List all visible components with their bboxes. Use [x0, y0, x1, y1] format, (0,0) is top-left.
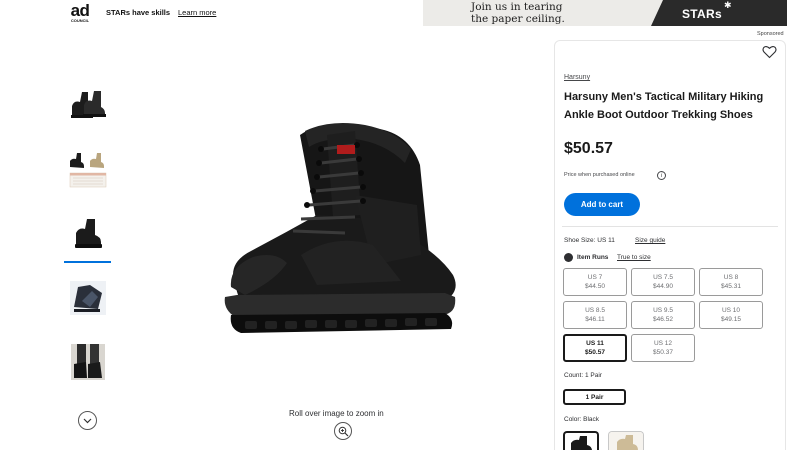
ad-logo-subtext: COUNCIL — [70, 18, 90, 23]
tan-boot-swatch — [609, 432, 643, 450]
sponsored-label: Sponsored — [757, 31, 784, 37]
count-selected-value: 1 Pair — [584, 372, 602, 379]
size-selected-value: US 11 — [597, 237, 615, 244]
color-label-text: Color: — [564, 416, 582, 423]
size-option-size: US 8.5 — [585, 307, 605, 314]
ad-banner-brand: STARs — [682, 7, 722, 21]
thumbnail-2[interactable] — [64, 146, 112, 192]
size-label: Shoe Size: US 11 — [564, 237, 615, 244]
size-option-size: US 7.5 — [653, 274, 673, 281]
ad-council-logo[interactable]: ad COUNCIL — [69, 2, 91, 23]
boot-sole-thumbnail — [70, 281, 106, 315]
favorite-button[interactable] — [762, 45, 777, 59]
count-label: Count: 1 Pair — [564, 372, 602, 379]
size-option-size: US 11 — [586, 340, 604, 347]
thumbnail-1[interactable] — [64, 80, 112, 126]
color-selected-value: Black — [583, 416, 600, 423]
divider — [562, 226, 778, 227]
size-option-price: $49.15 — [721, 316, 741, 323]
ad-banner-line-1: Join us in tearing — [471, 1, 563, 13]
size-option-us-10[interactable]: US 10 $49.15 — [699, 301, 763, 329]
size-option-price: $50.57 — [585, 349, 605, 356]
ad-banner[interactable]: Join us in tearing the paper ceiling. ST… — [423, 0, 787, 26]
black-boot-swatch — [568, 436, 594, 450]
zoom-button[interactable] — [334, 422, 352, 440]
add-to-cart-button[interactable]: Add to cart — [564, 193, 640, 216]
size-option-price: $50.37 — [653, 349, 673, 356]
size-option-us-8[interactable]: US 8 $45.31 — [699, 268, 763, 296]
spark-icon: ✱ — [724, 0, 732, 10]
ad-tagline: STARs have skills — [106, 8, 171, 17]
ruler-icon — [564, 253, 573, 262]
color-variants-thumbnail — [69, 153, 107, 188]
size-guide-link[interactable]: Size guide — [635, 237, 665, 244]
size-option-price: $44.90 — [653, 283, 673, 290]
info-icon[interactable]: i — [657, 171, 666, 180]
size-option-us-8-5[interactable]: US 8.5 $46.11 — [563, 301, 627, 329]
zoom-hint: Roll over image to zoom in — [289, 409, 384, 418]
size-option-size: US 12 — [653, 340, 673, 347]
thumbnail-4[interactable] — [64, 275, 112, 321]
tactical-boot-image — [224, 123, 456, 333]
color-label: Color: Black — [564, 416, 599, 423]
ad-banner-copy: Join us in tearing the paper ceiling. — [471, 1, 565, 25]
size-option-us-12[interactable]: US 12 $50.37 — [631, 334, 695, 362]
size-option-size: US 10 — [721, 307, 741, 314]
size-option-size: US 9.5 — [653, 307, 673, 314]
size-option-us-9-5[interactable]: US 9.5 $46.52 — [631, 301, 695, 329]
color-swatch-tan[interactable] — [608, 431, 644, 450]
product-title: Harsuny Men's Tactical Military Hiking A… — [564, 91, 764, 121]
thumbnail-3[interactable] — [64, 210, 112, 256]
size-option-price: $45.31 — [721, 283, 741, 290]
size-option-us-7-5[interactable]: US 7.5 $44.90 — [631, 268, 695, 296]
more-thumbnails-button[interactable] — [78, 411, 97, 430]
color-swatch-black[interactable] — [563, 431, 599, 450]
size-option-price: $44.50 — [585, 283, 605, 290]
count-label-text: Count: — [564, 372, 584, 379]
ad-learn-more-link[interactable]: Learn more — [178, 8, 216, 17]
item-runs-label: Item Runs — [577, 254, 609, 261]
boot-pair-thumbnail — [71, 91, 106, 118]
brand-link[interactable]: Harsuny — [564, 74, 590, 81]
main-product-image[interactable] — [205, 105, 480, 345]
boot-worn-thumbnail — [71, 344, 105, 380]
selected-thumbnail-indicator — [64, 261, 111, 263]
zoom-in-icon — [338, 426, 348, 436]
thumbnail-5[interactable] — [64, 339, 112, 385]
size-option-size: US 7 — [587, 274, 603, 281]
single-boot-thumbnail — [75, 219, 102, 248]
size-option-us-7[interactable]: US 7 $44.50 — [563, 268, 627, 296]
count-option-1-pair[interactable]: 1 Pair — [563, 389, 626, 405]
product-price: $50.57 — [564, 140, 613, 157]
size-option-size: US 8 — [723, 274, 739, 281]
size-option-us-11[interactable]: US 11 $50.57 — [563, 334, 627, 362]
price-note: Price when purchased online — [564, 172, 635, 178]
size-option-price: $46.11 — [585, 316, 605, 323]
chevron-down-icon — [83, 418, 92, 423]
size-label-text: Shoe Size: — [564, 237, 596, 244]
ad-strip: ad COUNCIL STARs have skills Learn more … — [0, 0, 800, 28]
size-option-price: $46.52 — [653, 316, 673, 323]
item-runs-value[interactable]: True to size — [617, 254, 651, 261]
heart-icon — [762, 46, 777, 59]
ad-banner-line-2: the paper ceiling. — [471, 13, 565, 25]
